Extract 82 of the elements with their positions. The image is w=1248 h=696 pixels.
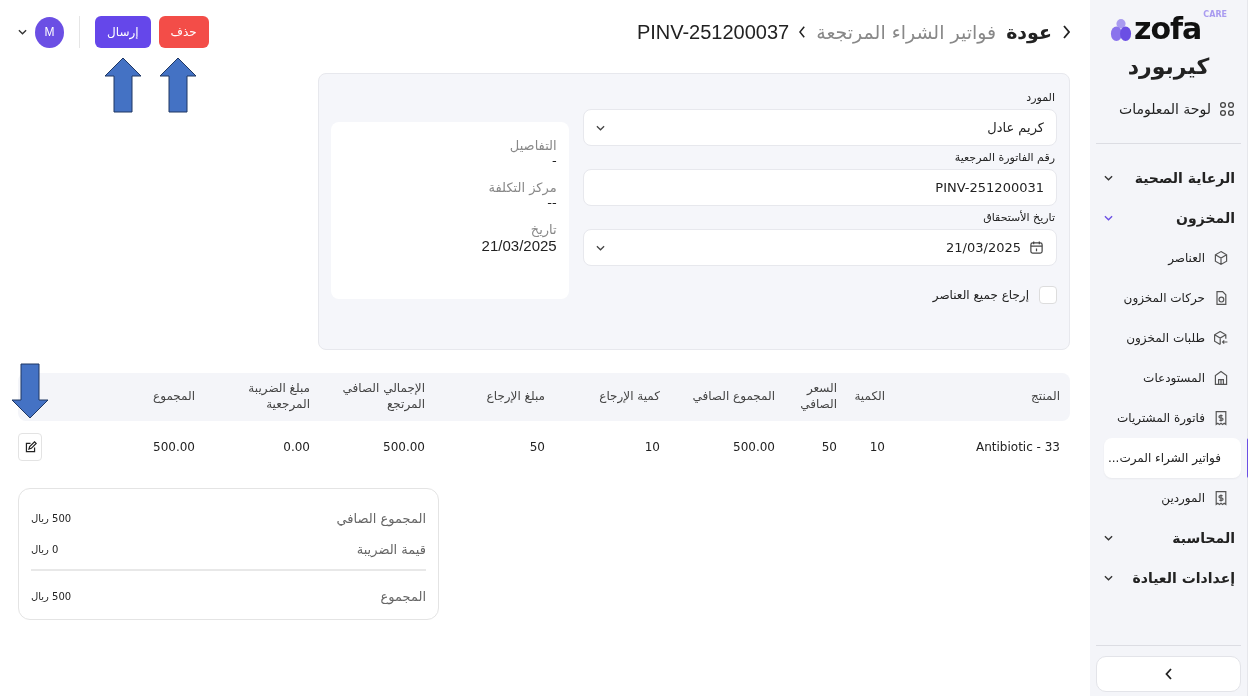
nav-item[interactable]: العناصر	[1096, 238, 1241, 278]
detail-label: مركز التكلفة	[487, 180, 557, 195]
date-field[interactable]: 21/03/2025	[582, 229, 1057, 266]
column-header: المجموع الصافي	[691, 389, 776, 405]
field-label: المورد	[1025, 91, 1055, 104]
supplier-select[interactable]: كريم عادل	[582, 109, 1057, 146]
column-header: المنتج	[1030, 389, 1061, 405]
nav-item[interactable]: المستودعات	[1096, 358, 1241, 398]
column-header: السعر الصافي	[799, 381, 838, 413]
table-cell-text: 10	[643, 440, 661, 454]
chevron-down-icon	[1104, 215, 1113, 221]
summary-label: المجموع الصافي	[336, 511, 426, 526]
page-title: PINV-251200037	[636, 20, 790, 44]
column-header: مبلغ الضريبة المرجعية	[247, 381, 311, 413]
table-cell-text: 50	[528, 440, 546, 454]
breadcrumb-link[interactable]: فواتير الشراء المرتجعة	[816, 21, 997, 43]
logo-tagline: CARE	[1203, 10, 1228, 19]
down-arrow-icon	[11, 363, 49, 419]
building-icon	[1213, 370, 1229, 386]
detail-value: --	[547, 195, 557, 210]
detail-label: التفاصيل	[508, 138, 557, 153]
detail-value: 21/03/2025	[480, 237, 557, 254]
receipt-icon	[1213, 410, 1229, 426]
nav-item[interactable]: فاتورة المشتريات	[1096, 398, 1241, 438]
table-cell-text: Antibiotic - 33	[975, 440, 1061, 454]
receipt-icon	[1213, 490, 1229, 506]
column-header: الكمية	[853, 389, 886, 405]
nav-group[interactable]: المحاسبة	[1096, 518, 1241, 558]
chevron-down-icon	[1104, 535, 1113, 541]
edit-button[interactable]	[18, 433, 42, 461]
column-header: المجموع	[152, 389, 196, 405]
nav-group[interactable]: المخزون	[1096, 198, 1241, 238]
cube-icon	[1213, 250, 1229, 266]
table-cell-text: 50	[820, 440, 838, 454]
logo-text: zofa	[1133, 14, 1202, 44]
document-icon	[1213, 290, 1229, 306]
calendar-icon	[1029, 240, 1044, 255]
chevron-down-icon	[1104, 575, 1113, 581]
input-field[interactable]: PINV-251200031	[582, 169, 1057, 206]
nav-item[interactable]: حركات المخزون	[1096, 278, 1241, 318]
chevron-down-icon	[595, 244, 605, 251]
clinic-name: كيربورد	[1126, 54, 1211, 79]
up-arrow-icon	[159, 57, 197, 113]
chevron-right-icon	[1062, 25, 1070, 39]
summary-value: 0 ريال	[31, 544, 59, 555]
column-header: مبلغ الإرجاع	[485, 389, 546, 405]
table-cell-text: 0.00	[282, 440, 311, 454]
table-cell-text: 500.00	[732, 440, 776, 454]
logo-icon	[1109, 18, 1132, 44]
checkbox-label: إرجاع جميع العناصر	[932, 288, 1029, 302]
chevron-down-icon	[1104, 175, 1113, 181]
nav-item[interactable]: الموردين	[1096, 478, 1241, 518]
back-link[interactable]: عودة	[1006, 21, 1070, 43]
chevron-left-icon	[1164, 668, 1173, 680]
user-avatar[interactable]: M	[35, 16, 64, 48]
grid-icon	[1219, 101, 1235, 117]
cube-arrow-icon	[1213, 330, 1229, 346]
nav-group[interactable]: الرعاية الصحية	[1096, 158, 1241, 198]
column-header: الإجمالي الصافي المرتجع	[341, 381, 426, 413]
nav-item[interactable]: طلبات المخزون	[1096, 318, 1241, 358]
chevron-down-icon	[595, 124, 605, 131]
delete-button[interactable]: حذف	[158, 16, 209, 48]
table-cell-text: 10	[868, 440, 886, 454]
column-header: كمية الإرجاع	[598, 389, 661, 405]
field-label: رقم الفاتورة المرجعية	[953, 151, 1055, 164]
detail-label: تاريخ	[529, 222, 557, 237]
table-cell-text: 500.00	[382, 440, 426, 454]
field-label: تاريخ الأستحقاق	[982, 211, 1055, 224]
nav-group[interactable]: إعدادات العيادة	[1096, 558, 1241, 598]
chevron-left-icon	[799, 26, 807, 38]
summary-value: 500 ريال	[31, 591, 72, 602]
summary-value: 500 ريال	[31, 513, 72, 524]
up-arrow-icon	[104, 57, 142, 113]
dashboard-link[interactable]: لوحة المعلومات	[1096, 97, 1241, 121]
checkbox[interactable]	[1039, 286, 1057, 304]
summary-label: قيمة الضريبة	[356, 542, 426, 557]
edit-icon	[23, 440, 37, 454]
table-cell-text: 500.00	[152, 440, 196, 454]
summary-label: المجموع	[380, 589, 426, 604]
detail-value: -	[551, 153, 557, 168]
chevron-down-icon[interactable]	[18, 29, 27, 35]
submit-button[interactable]: إرسال	[95, 16, 151, 48]
